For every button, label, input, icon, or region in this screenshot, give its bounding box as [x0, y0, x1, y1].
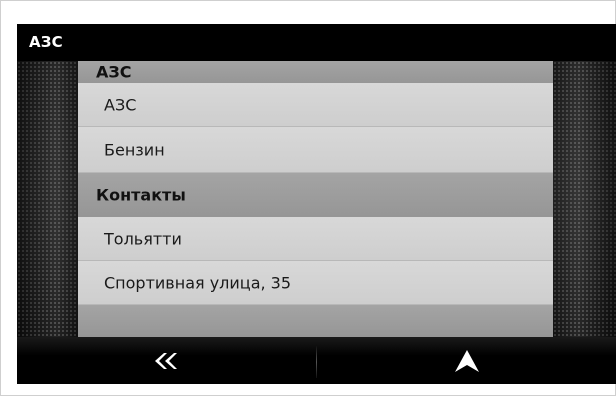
section-header-label: Контакты — [96, 185, 186, 205]
list-item-label: Спортивная улица, 35 — [104, 273, 292, 292]
list-item-label: Бензин — [104, 140, 165, 159]
navigate-to-button[interactable] — [318, 337, 616, 384]
list-item-address[interactable]: Спортивная улица, 35 — [78, 261, 553, 305]
title-bar: АЗС — [17, 24, 616, 61]
section-header-azs: АЗС — [78, 61, 553, 83]
right-texture-panel — [553, 61, 616, 337]
section-header-partial — [78, 305, 553, 337]
list-item-fuel[interactable]: Бензин — [78, 127, 553, 173]
bottom-toolbar — [17, 337, 616, 384]
window-title: АЗС — [29, 33, 63, 51]
list-item-city[interactable]: Тольятти — [78, 217, 553, 261]
navigator-screen: АЗС АЗС АЗС Бензин Контакты Тольятти Спо… — [17, 24, 616, 384]
section-header-contacts: Контакты — [78, 173, 553, 217]
navigation-arrow-icon — [455, 349, 479, 372]
left-texture-panel — [17, 61, 78, 337]
back-button[interactable] — [17, 337, 315, 384]
double-chevron-left-icon — [155, 352, 177, 369]
content-area: АЗС АЗС Бензин Контакты Тольятти Спортив… — [17, 61, 616, 337]
list-item-category[interactable]: АЗС — [78, 83, 553, 127]
list-item-label: АЗС — [104, 95, 137, 114]
section-header-label: АЗС — [96, 62, 132, 82]
poi-details-list[interactable]: АЗС АЗС Бензин Контакты Тольятти Спортив… — [78, 61, 553, 337]
list-item-label: Тольятти — [104, 229, 182, 248]
toolbar-divider — [316, 346, 317, 378]
